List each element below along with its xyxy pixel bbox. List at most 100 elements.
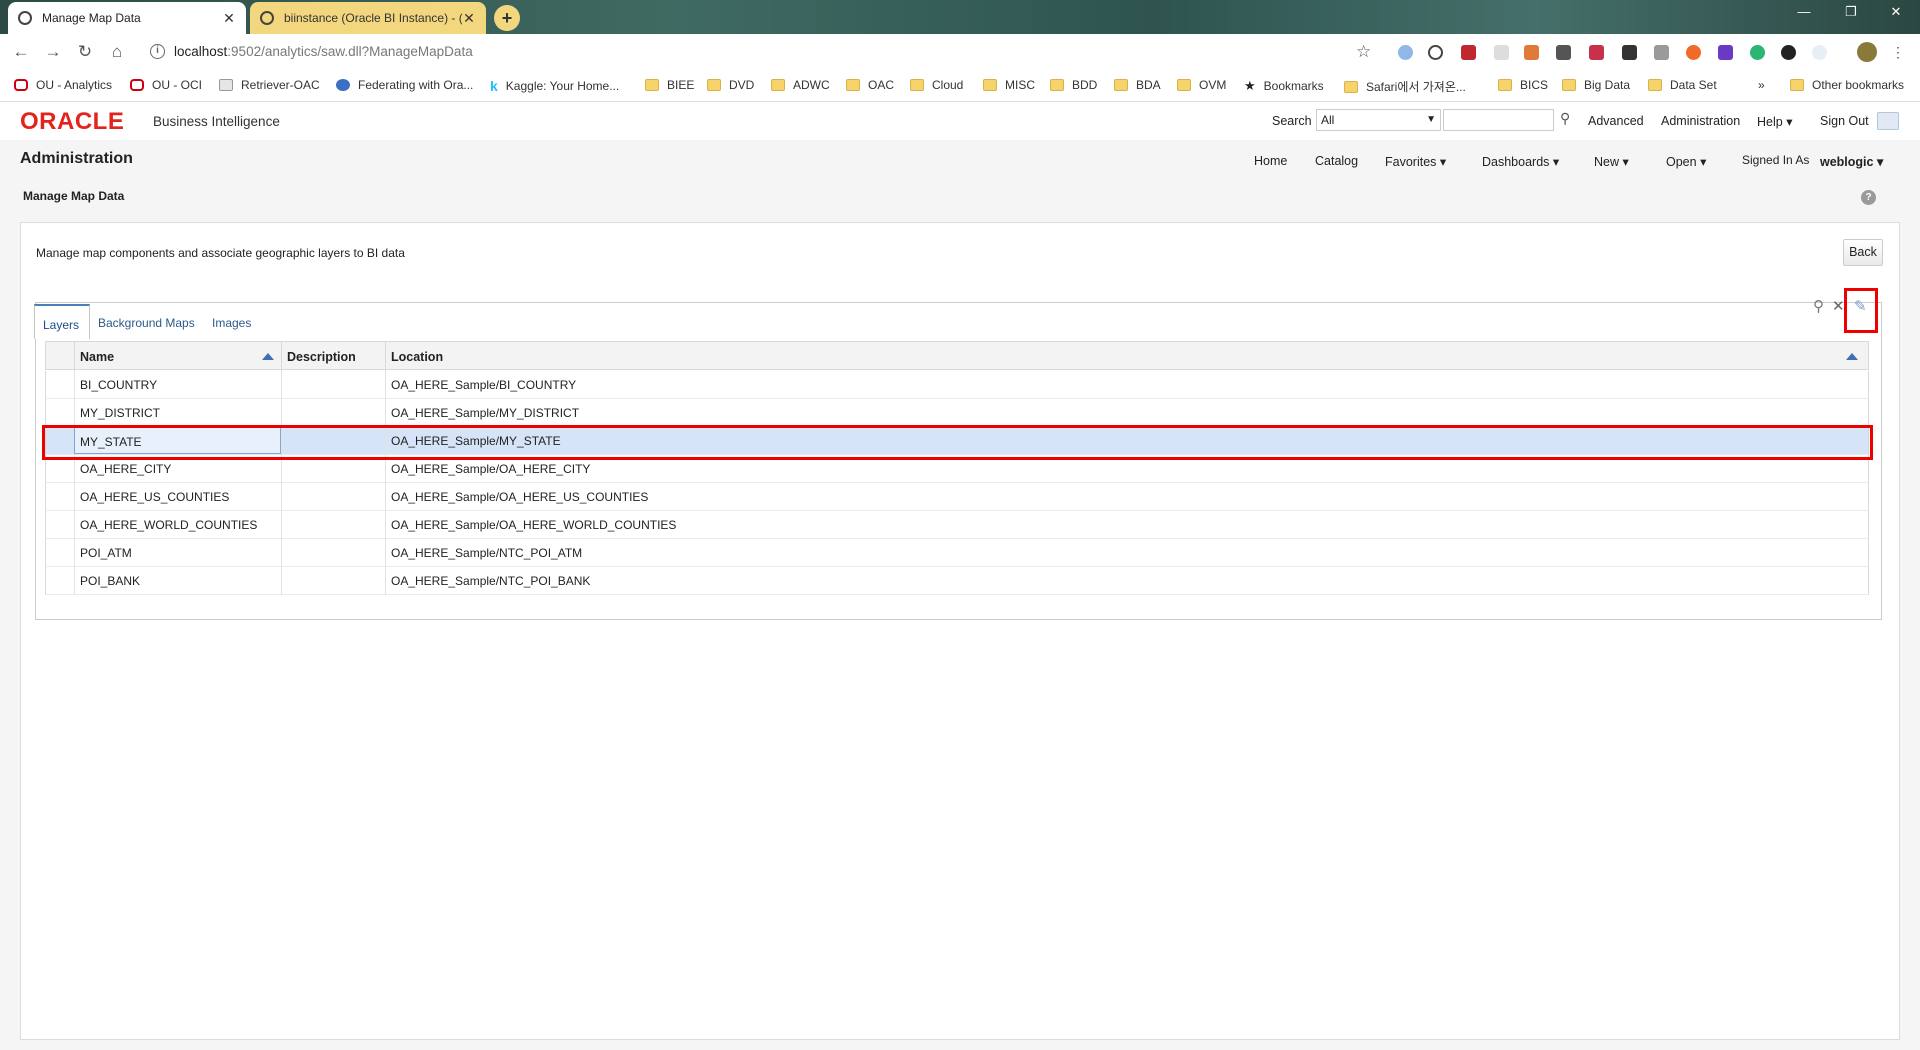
open-menu[interactable]: Open ▾	[1666, 154, 1706, 169]
browser-tab-biinstance[interactable]: biinstance (Oracle BI Instance) - ( ✕	[250, 2, 486, 34]
bookmark-ou-analytics[interactable]: OU - Analytics	[14, 78, 112, 92]
bookmark-ovm[interactable]: OVM	[1177, 78, 1226, 92]
table-row[interactable]: MY_DISTRICT OA_HERE_Sample/MY_DISTRICT	[45, 399, 1869, 427]
search-icon[interactable]: ⚲	[1560, 110, 1570, 127]
bookmark-dvd[interactable]: DVD	[707, 78, 754, 92]
oracle-icon	[14, 79, 28, 91]
help-menu[interactable]: Help ▾	[1757, 114, 1792, 129]
folder-icon	[707, 79, 721, 91]
extension-cloud2-icon[interactable]	[1812, 45, 1827, 60]
tab-close-icon[interactable]: ✕	[462, 10, 476, 27]
table-row[interactable]: BI_COUNTRY OA_HERE_Sample/BI_COUNTRY	[45, 371, 1869, 399]
bookmark-ou-oci[interactable]: OU - OCI	[130, 78, 202, 92]
browser-tab-manage-map-data[interactable]: Manage Map Data ✕	[8, 2, 246, 34]
minimize-icon[interactable]: —	[1784, 4, 1824, 19]
window-close-icon[interactable]: ✕	[1876, 4, 1916, 20]
favorites-menu[interactable]: Favorites ▾	[1385, 154, 1446, 169]
catalog-link[interactable]: Catalog	[1315, 154, 1358, 168]
dashboards-menu[interactable]: Dashboards ▾	[1482, 154, 1559, 169]
extension-cloud-icon[interactable]	[1398, 45, 1413, 60]
cell-name: MY_DISTRICT	[74, 399, 281, 427]
extension-grammarly-icon[interactable]	[1750, 45, 1765, 60]
extension-x-icon[interactable]	[1686, 45, 1701, 60]
bookmark-label: DVD	[729, 78, 755, 92]
folder-icon	[1344, 80, 1358, 93]
folder-icon	[983, 79, 997, 91]
table-row[interactable]: OA_HERE_WORLD_COUNTIES OA_HERE_Sample/OA_…	[45, 511, 1869, 539]
column-label: Name	[80, 350, 115, 364]
restore-icon[interactable]: ❐	[1831, 4, 1871, 20]
bookmark-bics[interactable]: BICS	[1498, 78, 1548, 92]
extension-b-icon[interactable]	[1461, 45, 1476, 60]
bookmark-cloud[interactable]: Cloud	[910, 78, 963, 92]
tab-images[interactable]: Images	[204, 304, 259, 339]
table-row[interactable]: POI_BANK OA_HERE_Sample/NTC_POI_BANK	[45, 567, 1869, 595]
back-arrow-icon[interactable]: ←	[10, 41, 32, 63]
column-header-location[interactable]: Location	[385, 342, 1869, 371]
bookmark-misc[interactable]: MISC	[983, 78, 1035, 92]
table-row[interactable]: OA_HERE_US_COUNTIES OA_HERE_Sample/OA_HER…	[45, 483, 1869, 511]
extension-circle-icon[interactable]	[1428, 45, 1443, 60]
profile-avatar-icon[interactable]	[1857, 42, 1877, 62]
search-input[interactable]	[1443, 109, 1554, 131]
extension-grid-icon[interactable]	[1556, 45, 1571, 60]
extension-qr-icon[interactable]	[1622, 45, 1637, 60]
browser-toolbar: ← → ↻ ⌂ i localhost:9502/analytics/saw.d…	[0, 34, 1920, 70]
new-tab-button[interactable]: +	[494, 5, 520, 31]
tab-background-maps[interactable]: Background Maps	[90, 304, 203, 339]
bookmark-adwc[interactable]: ADWC	[771, 78, 830, 92]
site-info-icon[interactable]: i	[150, 44, 165, 59]
extension-purple-icon[interactable]	[1718, 45, 1733, 60]
sign-out-link[interactable]: Sign Out	[1820, 114, 1869, 128]
home-icon[interactable]: ⌂	[106, 41, 128, 63]
sort-ascending-icon[interactable]	[262, 353, 274, 360]
search-scope-select[interactable]: All ▼	[1316, 109, 1441, 131]
bookmark-retriever-oac[interactable]: Retriever-OAC	[219, 78, 320, 92]
table-row[interactable]: POI_ATM OA_HERE_Sample/NTC_POI_ATM	[45, 539, 1869, 567]
bookmark-oac[interactable]: OAC	[846, 78, 894, 92]
bookmark-bda[interactable]: BDA	[1114, 78, 1161, 92]
bookmark-bdd[interactable]: BDD	[1050, 78, 1097, 92]
extension-pocket-icon[interactable]	[1589, 45, 1604, 60]
bookmark-federating[interactable]: Federating with Ora...	[336, 78, 473, 92]
delete-icon[interactable]: ✕	[1832, 297, 1845, 315]
extension-pdf-icon[interactable]	[1654, 45, 1669, 60]
advanced-link[interactable]: Advanced	[1588, 114, 1644, 128]
bookmark-safari[interactable]: Safari에서 가져온...	[1344, 78, 1466, 95]
bookmark-other[interactable]: Other bookmarks	[1790, 78, 1904, 92]
bookmark-data-set[interactable]: Data Set	[1648, 78, 1717, 92]
help-icon[interactable]: ?	[1861, 190, 1876, 205]
tab-layers[interactable]: Layers	[34, 304, 90, 339]
extension-font-icon[interactable]	[1494, 45, 1509, 60]
folder-icon	[846, 79, 860, 91]
cell-description	[281, 567, 385, 595]
bookmark-big-data[interactable]: Big Data	[1562, 78, 1630, 92]
more-bookmarks-button[interactable]: »	[1758, 78, 1765, 92]
app-grid-icon[interactable]	[1877, 112, 1899, 130]
extension-orange-icon[interactable]	[1524, 45, 1539, 60]
new-menu[interactable]: New ▾	[1594, 154, 1629, 169]
browser-menu-icon[interactable]: ⋮	[1887, 41, 1909, 63]
reload-icon[interactable]: ↻	[74, 41, 96, 63]
bookmark-kaggle[interactable]: k Kaggle: Your Home...	[490, 78, 619, 94]
sort-ascending-icon[interactable]	[1846, 353, 1858, 360]
home-link[interactable]: Home	[1254, 154, 1287, 168]
bookmark-star-icon[interactable]: ☆	[1356, 42, 1371, 62]
column-header-name[interactable]: Name	[74, 342, 281, 371]
bookmark-biee[interactable]: BIEE	[645, 78, 694, 92]
administration-link[interactable]: Administration	[1661, 114, 1740, 128]
cell-name: OA_HERE_US_COUNTIES	[74, 483, 281, 511]
back-button[interactable]: Back	[1843, 239, 1883, 266]
cell-description	[281, 399, 385, 427]
forward-arrow-icon[interactable]: →	[42, 41, 64, 63]
user-menu[interactable]: weblogic ▾	[1820, 154, 1883, 169]
product-name: Business Intelligence	[153, 114, 280, 129]
bookmark-label: Kaggle: Your Home...	[505, 79, 620, 93]
address-bar[interactable]: localhost:9502/analytics/saw.dll?ManageM…	[174, 44, 473, 59]
tab-close-icon[interactable]: ✕	[222, 10, 236, 27]
import-layer-icon[interactable]: ⚲	[1813, 297, 1824, 315]
cell-location: OA_HERE_Sample/OA_HERE_WORLD_COUNTIES	[385, 511, 1869, 539]
column-header-description[interactable]: Description	[281, 342, 385, 371]
extension-apple-icon[interactable]	[1781, 45, 1796, 60]
bookmark-bookmarks[interactable]: ★ Bookmarks	[1244, 78, 1324, 94]
